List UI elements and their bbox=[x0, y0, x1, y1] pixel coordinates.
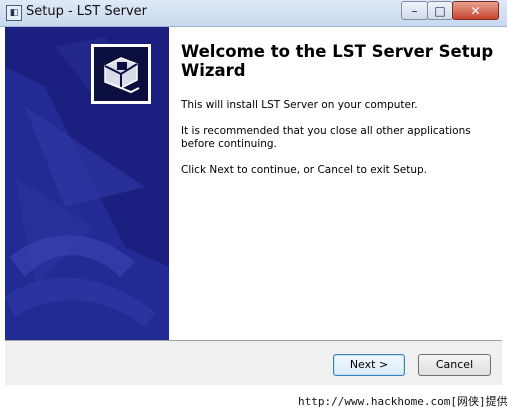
watermark-text: http://www.hackhome.com[网侠]提供 bbox=[298, 395, 507, 408]
title-bar: ◧ Setup - LST Server – □ ✕ bbox=[0, 0, 507, 27]
close-button[interactable]: ✕ bbox=[452, 1, 499, 20]
setup-app-icon[interactable]: ◧ bbox=[6, 5, 22, 21]
cancel-button[interactable]: Cancel bbox=[418, 354, 491, 376]
next-button[interactable]: Next > bbox=[333, 354, 405, 376]
wizard-side-image bbox=[5, 27, 169, 340]
maximize-icon: □ bbox=[434, 4, 446, 18]
window-title: Setup - LST Server bbox=[26, 4, 147, 19]
minimize-button[interactable]: – bbox=[401, 1, 428, 20]
wizard-footer: Next > Cancel bbox=[5, 340, 502, 386]
wizard-content: Welcome to the LST Server Setup Wizard T… bbox=[5, 27, 502, 340]
close-apps-recommendation: It is recommended that you close all oth… bbox=[181, 125, 471, 150]
install-description: This will install LST Server on your com… bbox=[181, 99, 418, 111]
computer-install-icon bbox=[91, 44, 151, 104]
continue-instructions: Click Next to continue, or Cancel to exi… bbox=[181, 164, 427, 176]
wizard-heading: Welcome to the LST Server Setup Wizard bbox=[181, 42, 494, 80]
maximize-button[interactable]: □ bbox=[427, 1, 453, 20]
minimize-icon: – bbox=[411, 4, 418, 18]
close-icon: ✕ bbox=[470, 4, 481, 18]
